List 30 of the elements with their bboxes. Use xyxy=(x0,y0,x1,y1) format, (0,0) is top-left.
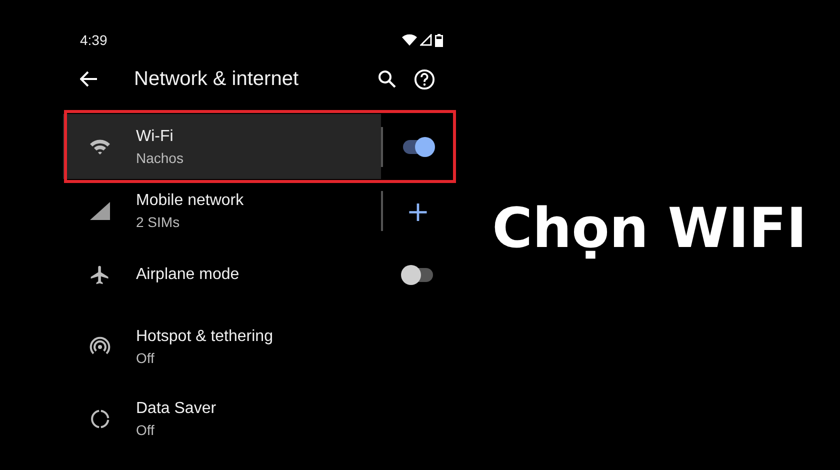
settings-item[interactable]: Hotspot & tethering Off xyxy=(63,311,453,383)
settings-item[interactable]: Data Saver Off xyxy=(63,383,453,455)
page-title: Network & internet xyxy=(134,68,300,90)
settings-item[interactable]: Wi-Fi Nachos xyxy=(63,114,381,179)
help-icon[interactable] xyxy=(414,68,435,90)
airplane-icon xyxy=(89,264,111,286)
item-subtitle: Off xyxy=(136,350,156,366)
toggle-switch[interactable] xyxy=(401,136,435,158)
settings-item[interactable]: Airplane mode xyxy=(63,239,383,311)
back-icon[interactable] xyxy=(80,71,98,87)
item-title: Mobile network xyxy=(136,192,244,210)
signal-icon xyxy=(89,201,111,221)
battery-icon xyxy=(435,34,443,46)
item-subtitle: Nachos xyxy=(136,150,184,166)
item-title: Airplane mode xyxy=(136,266,240,284)
search-icon[interactable] xyxy=(378,70,396,88)
settings-item[interactable]: Mobile network 2 SIMs xyxy=(63,183,381,239)
add-button[interactable]: + xyxy=(406,194,430,228)
toggle-switch[interactable] xyxy=(401,264,435,286)
item-title: Hotspot & tethering xyxy=(136,328,273,346)
data-saver-icon xyxy=(89,408,111,430)
caption-text: Chọn WIFI xyxy=(492,196,807,260)
wifi-icon xyxy=(88,138,112,156)
item-title: Wi-Fi xyxy=(136,128,174,146)
item-title: Data Saver xyxy=(136,400,216,418)
item-subtitle: Off xyxy=(136,422,156,438)
item-subtitle: 2 SIMs xyxy=(136,214,181,230)
wifi-icon xyxy=(402,34,417,46)
signal-icon xyxy=(420,34,432,46)
status-time: 4:39 xyxy=(80,32,108,48)
